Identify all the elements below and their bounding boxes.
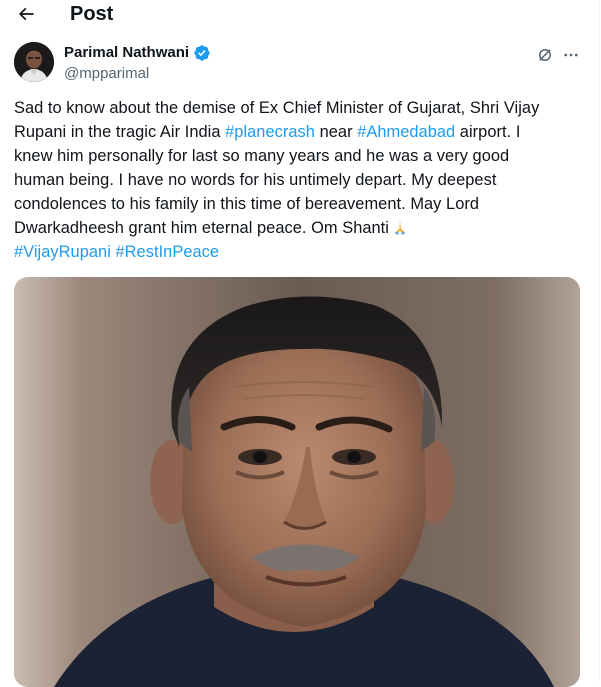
more-button[interactable]: [560, 44, 582, 66]
hashtag-ahmedabad[interactable]: #Ahmedabad: [357, 123, 455, 141]
folded-hands-icon: [394, 219, 406, 236]
author-name[interactable]: Parimal Nathwani: [64, 44, 211, 62]
post-image[interactable]: [14, 277, 580, 687]
post-text-fragment: near: [314, 123, 358, 141]
post-text-line: condolences to his family in this time o…: [14, 195, 480, 213]
arrow-left-icon: [18, 7, 34, 21]
post-text: Sad to know about the demise of Ex Chief…: [14, 96, 586, 264]
post-text-line: knew him personally for last so many yea…: [14, 147, 510, 165]
portrait-photo: [14, 277, 580, 687]
grok-icon: [539, 49, 551, 61]
grok-button[interactable]: [534, 44, 556, 66]
post-header: Post: [0, 0, 600, 30]
post-text-line: Sad to know about the demise of Ex Chief…: [14, 99, 540, 117]
hashtag-restinpeace[interactable]: #RestInPeace: [116, 243, 220, 261]
more-icon: [564, 53, 578, 57]
post-text-line: Dwarkadheesh grant him eternal peace. Om…: [14, 216, 586, 240]
author-handle[interactable]: @mpparimal: [64, 65, 149, 83]
post-text-line: Rupani in the tragic Air India #planecra…: [14, 120, 586, 144]
hashtag-vijayrupani[interactable]: #VijayRupani: [14, 243, 111, 261]
author-name-text: Parimal Nathwani: [64, 44, 190, 61]
post-text-fragment: Dwarkadheesh grant him eternal peace. Om…: [14, 219, 389, 237]
hashtag-planecrash[interactable]: #planecrash: [225, 123, 315, 141]
post-text-line: #VijayRupani #RestInPeace: [14, 240, 586, 264]
post-text-fragment: Rupani in the tragic Air India: [14, 123, 226, 141]
avatar[interactable]: [14, 42, 54, 82]
post-view: Post Parimal Nathwani @mpparimal Sad to …: [0, 0, 600, 687]
avatar-photo: [14, 42, 54, 82]
post-text-line: human being. I have no words for his unt…: [14, 171, 497, 189]
back-button[interactable]: [8, 0, 44, 28]
page-title: Post: [70, 3, 114, 25]
post-text-fragment: airport. I: [455, 123, 521, 141]
verified-badge-icon: [194, 45, 210, 61]
